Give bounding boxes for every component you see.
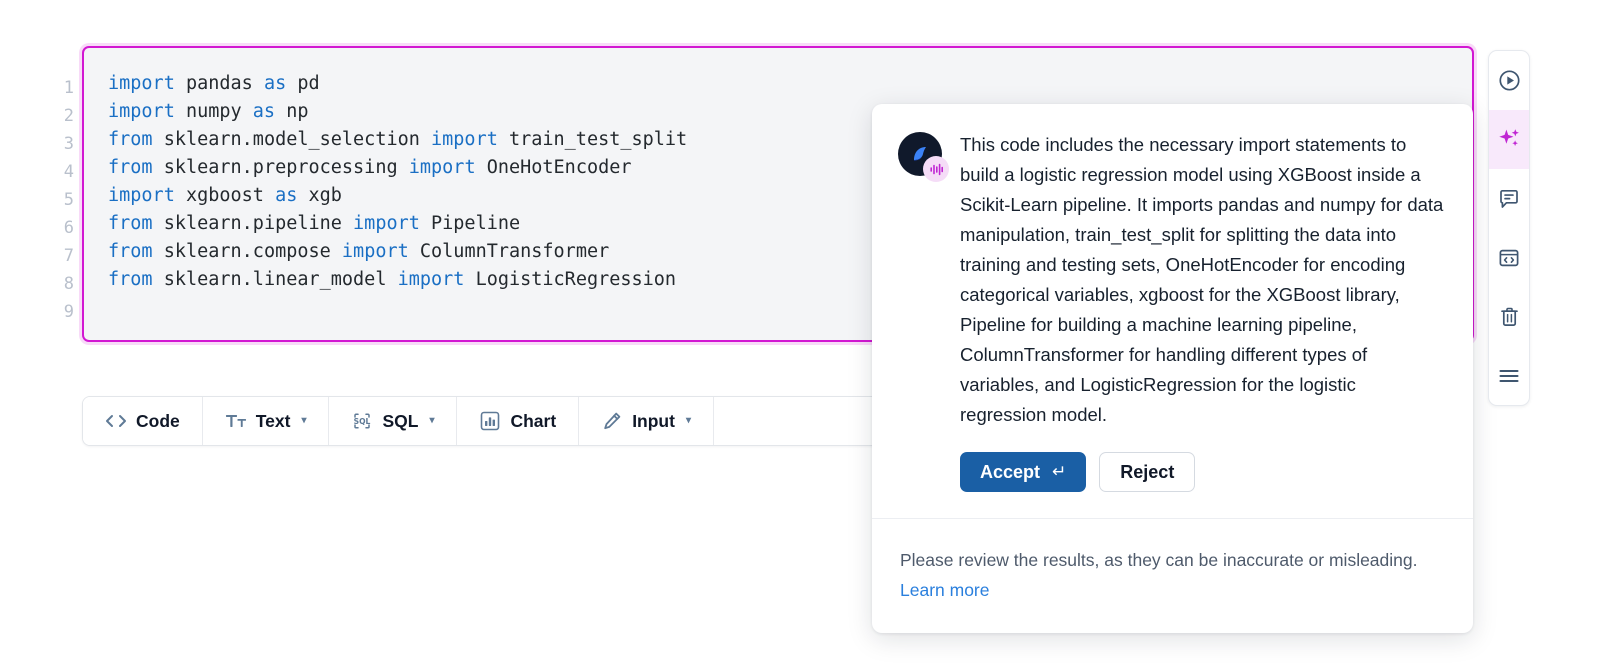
chevron-down-icon[interactable]: ▾: [686, 416, 691, 426]
ai-disclaimer-text: Please review the results, as they can b…: [900, 550, 1418, 570]
code-keyword: import: [408, 157, 476, 178]
code-text: numpy: [174, 101, 253, 122]
line-number: 8: [63, 274, 74, 294]
line-number: 3: [63, 134, 74, 154]
code-line: import pandas as pd: [108, 70, 1472, 98]
code-keyword: from: [108, 129, 153, 150]
ai-action-row: Accept ↵ Reject: [960, 452, 1445, 492]
line-number: 6: [63, 218, 74, 238]
code-text: sklearn.pipeline: [152, 213, 354, 234]
code-text: ColumnTransformer: [408, 241, 610, 262]
line-number: 4: [63, 162, 74, 182]
accept-button[interactable]: Accept ↵: [960, 452, 1087, 492]
ai-sparkles-icon: [1497, 127, 1522, 152]
code-text: pandas: [174, 73, 264, 94]
ai-suggestion-popup: This code includes the necessary import …: [872, 104, 1473, 633]
toolbar-item-label: SQL: [382, 410, 419, 431]
code-text: np: [275, 101, 309, 122]
toolbar-item-text[interactable]: Text ▾: [202, 397, 330, 445]
code-text: xgb: [297, 185, 342, 206]
code-keyword: import: [108, 101, 175, 122]
ai-message-block: This code includes the necessary import …: [960, 130, 1445, 492]
toolbar-item-label: Code: [136, 410, 180, 431]
code-keyword: import: [431, 129, 498, 150]
line-number: 2: [63, 106, 74, 126]
run-play-circle-icon: [1498, 69, 1521, 92]
sql-icon: SQL: [351, 410, 373, 432]
assistant-avatar: [898, 132, 949, 182]
toolbar-item-input[interactable]: Input ▾: [579, 397, 714, 445]
code-keyword: import: [397, 269, 465, 290]
line-number: 9: [63, 302, 74, 322]
code-keyword: as: [252, 101, 276, 122]
code-keyword: import: [341, 241, 409, 262]
code-text: OneHotEncoder: [475, 157, 632, 178]
code-keyword: as: [263, 73, 287, 94]
rail-code-window-button[interactable]: [1489, 228, 1529, 287]
rail-ai-sparkles-button[interactable]: [1489, 110, 1529, 169]
line-number: 1: [63, 78, 74, 98]
rail-comment-button[interactable]: [1489, 169, 1529, 228]
reject-button[interactable]: Reject: [1099, 452, 1196, 492]
toolbar-item-label: Text: [255, 410, 291, 431]
bar-chart-icon: [479, 410, 501, 432]
learn-more-link[interactable]: Learn more: [900, 580, 990, 600]
code-text: sklearn.linear_model: [152, 269, 398, 290]
code-keyword: from: [108, 157, 153, 178]
toolbar-item-label: Input: [632, 410, 675, 431]
code-keyword: from: [108, 269, 153, 290]
enter-key-icon: ↵: [1052, 462, 1067, 481]
toolbar-item-sql[interactable]: SQL SQL ▾: [329, 397, 458, 445]
code-keyword: as: [275, 185, 298, 206]
code-window-icon: [1498, 247, 1520, 269]
code-keyword: from: [108, 213, 153, 234]
code-text: sklearn.model_selection: [152, 129, 432, 150]
code-text: sklearn.compose: [152, 241, 342, 262]
code-keyword: import: [108, 185, 175, 206]
code-text: xgboost: [174, 185, 276, 206]
menu-hamburger-icon: [1498, 367, 1520, 385]
code-keyword: import: [108, 73, 175, 94]
rail-trash-button[interactable]: [1489, 287, 1529, 346]
svg-text:SQL: SQL: [354, 417, 371, 426]
line-number: 5: [63, 190, 74, 210]
accept-button-label: Accept: [980, 461, 1041, 482]
toolbar-item-label: Chart: [510, 410, 557, 431]
text-format-icon: [225, 410, 247, 432]
code-keyword: from: [108, 241, 153, 262]
toolbar-item-chart[interactable]: Chart: [457, 397, 580, 445]
code-text: train_test_split: [497, 129, 688, 150]
trash-icon: [1499, 306, 1520, 328]
code-text: pd: [286, 73, 320, 94]
ai-disclaimer: Please review the results, as they can b…: [872, 519, 1473, 633]
code-text: Pipeline: [419, 213, 521, 234]
code-keyword: import: [353, 213, 420, 234]
toolbar-item-code[interactable]: Code: [83, 397, 203, 445]
code-text: sklearn.preprocessing: [152, 157, 409, 178]
line-number: 7: [63, 246, 74, 266]
comment-icon: [1498, 188, 1520, 210]
pencil-icon: [601, 410, 623, 432]
line-number-gutter: 1 2 3 4 5 6 7 8 9: [32, 46, 82, 326]
chevron-down-icon[interactable]: ▾: [301, 416, 306, 426]
ai-popup-body: This code includes the necessary import …: [872, 104, 1473, 519]
chevron-down-icon[interactable]: ▾: [429, 416, 434, 426]
rail-run-play-circle-button[interactable]: [1489, 51, 1529, 110]
cell-action-rail: [1488, 50, 1530, 406]
ai-message-text: This code includes the necessary import …: [960, 134, 1444, 425]
rail-menu-hamburger-button[interactable]: [1489, 346, 1529, 405]
audio-waveform-icon: [923, 156, 949, 182]
code-text: LogisticRegression: [464, 269, 677, 290]
code-brackets-icon: [105, 410, 127, 432]
